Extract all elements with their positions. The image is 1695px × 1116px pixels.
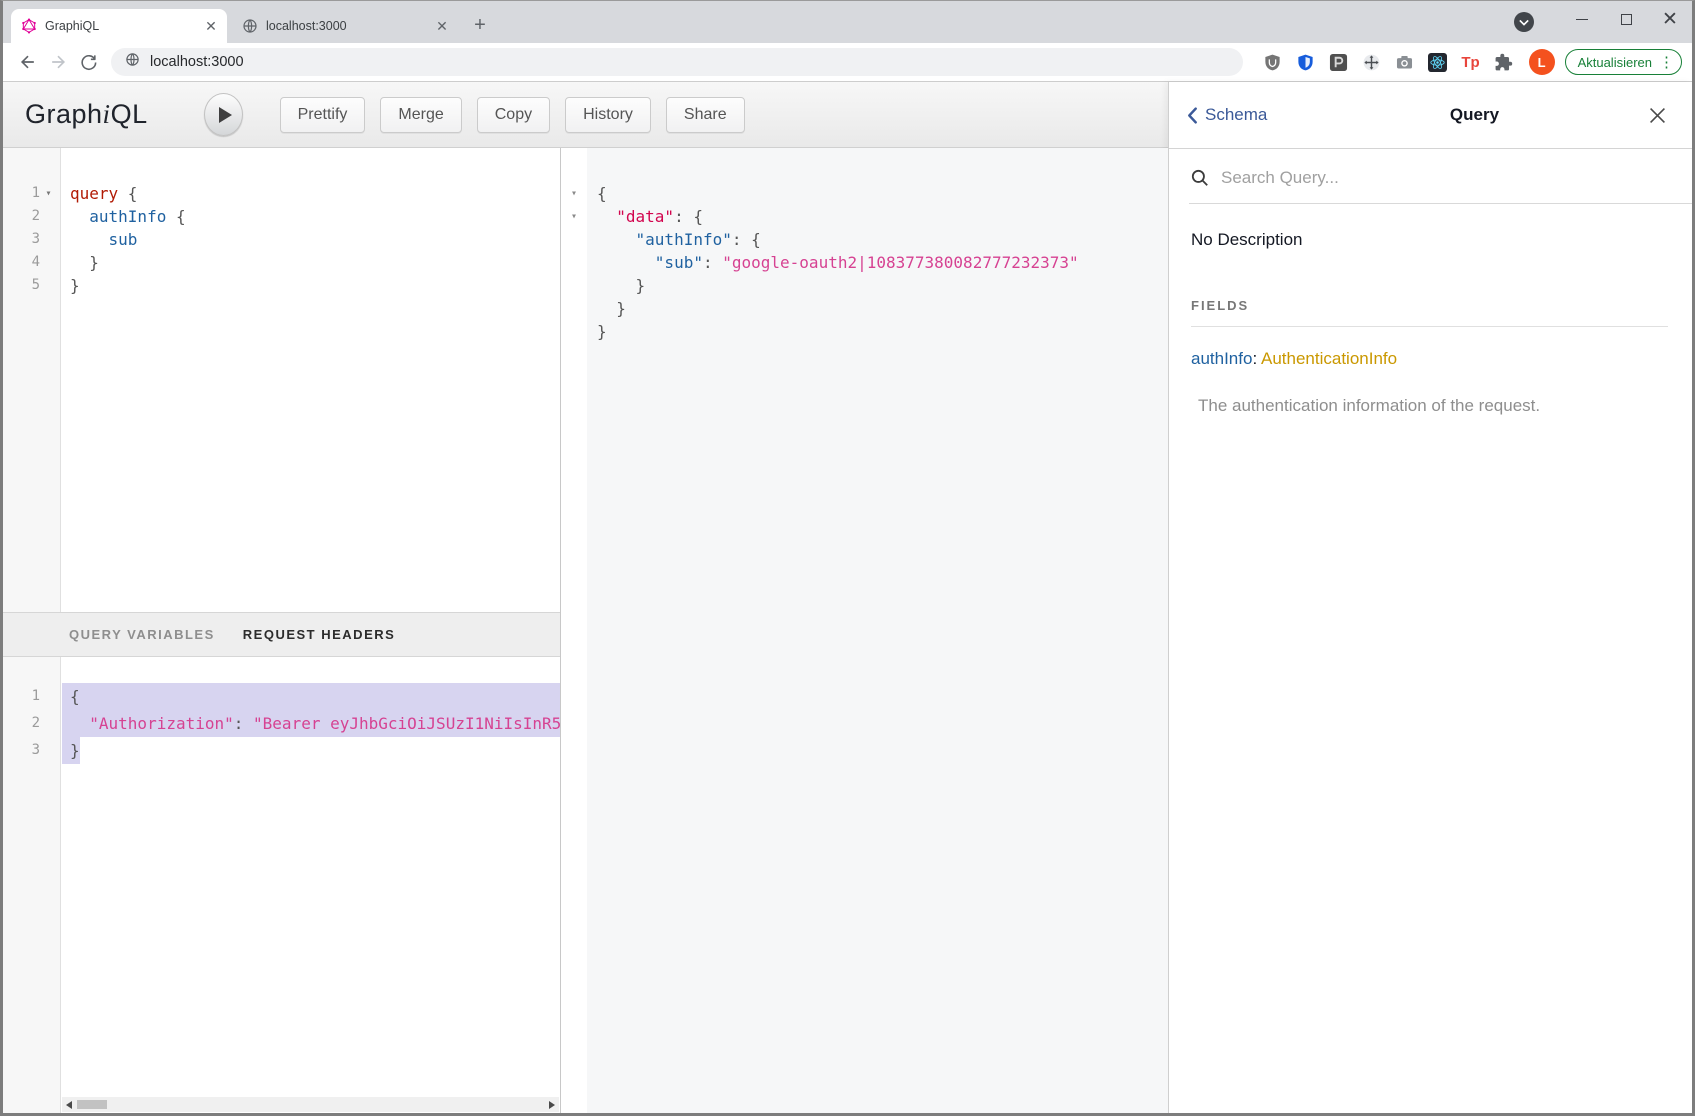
close-icon bbox=[1649, 107, 1666, 124]
field-type-link[interactable]: AuthenticationInfo bbox=[1261, 349, 1397, 368]
globe-icon bbox=[242, 18, 258, 34]
minimize-button[interactable] bbox=[1560, 2, 1604, 36]
minimize-icon bbox=[1576, 19, 1588, 20]
tab-title: GraphiQL bbox=[45, 19, 203, 33]
tab-request-headers[interactable]: REQUEST HEADERS bbox=[243, 627, 396, 642]
close-icon: ✕ bbox=[1662, 10, 1678, 29]
maximize-icon bbox=[1621, 14, 1632, 25]
type-description: No Description bbox=[1191, 230, 1668, 250]
maximize-button[interactable] bbox=[1604, 2, 1648, 36]
merge-button[interactable]: Merge bbox=[380, 97, 461, 133]
tab-title: localhost:3000 bbox=[266, 19, 434, 33]
graphiql-toolbar: GraphiQL Prettify Merge Copy History Sha… bbox=[3, 82, 1168, 148]
forward-button[interactable] bbox=[43, 47, 73, 77]
execute-query-button[interactable] bbox=[204, 93, 243, 136]
request-headers-editor[interactable]: 1{2 "Authorization": "Bearer eyJhbGciOiJ… bbox=[3, 657, 560, 1113]
reload-button[interactable] bbox=[73, 47, 103, 77]
new-tab-button[interactable]: + bbox=[466, 11, 494, 39]
tab-search-button[interactable] bbox=[1514, 12, 1534, 32]
bitwarden-extension-icon[interactable] bbox=[1291, 47, 1321, 77]
p-extension-icon[interactable] bbox=[1324, 47, 1354, 77]
extensions-puzzle-icon[interactable] bbox=[1489, 47, 1519, 77]
graphql-logo-icon bbox=[21, 18, 37, 34]
site-globe-icon bbox=[125, 52, 140, 72]
doc-type-title: Query bbox=[1450, 105, 1499, 125]
chevron-left-icon bbox=[1187, 107, 1198, 124]
camera-extension-icon[interactable] bbox=[1390, 47, 1420, 77]
ublock-extension-icon[interactable] bbox=[1258, 47, 1288, 77]
scrollbar-track[interactable] bbox=[76, 1097, 545, 1112]
scroll-left-arrow[interactable] bbox=[62, 1097, 76, 1112]
share-button[interactable]: Share bbox=[666, 97, 745, 133]
doc-close-button[interactable] bbox=[1649, 107, 1666, 124]
fields-section-label: FIELDS bbox=[1191, 298, 1668, 313]
doc-search-row bbox=[1189, 149, 1692, 204]
url-text: localhost:3000 bbox=[150, 54, 244, 70]
browser-update-button[interactable]: Aktualisieren ⋮ bbox=[1565, 49, 1682, 75]
tab-strip: GraphiQL ✕ localhost:3000 ✕ + ✕ bbox=[3, 1, 1692, 43]
variables-tab-bar: QUERY VARIABLES REQUEST HEADERS bbox=[3, 612, 560, 657]
field-name-link[interactable]: authInfo bbox=[1191, 349, 1252, 368]
field-row: authInfo: AuthenticationInfo bbox=[1191, 349, 1668, 369]
copy-button[interactable]: Copy bbox=[477, 97, 550, 133]
browser-window: GraphiQL ✕ localhost:3000 ✕ + ✕ bbox=[0, 0, 1695, 1116]
tab-query-variables[interactable]: QUERY VARIABLES bbox=[69, 627, 215, 642]
move-extension-icon[interactable] bbox=[1357, 47, 1387, 77]
play-icon bbox=[219, 107, 232, 123]
tp-extension-icon[interactable]: Tp bbox=[1456, 47, 1486, 77]
horizontal-scrollbar[interactable] bbox=[62, 1097, 559, 1112]
history-button[interactable]: History bbox=[565, 97, 651, 133]
query-editor[interactable]: 1▾query {2 authInfo {3 sub4 }5} bbox=[3, 148, 560, 612]
tab-localhost[interactable]: localhost:3000 ✕ bbox=[232, 9, 458, 43]
search-icon bbox=[1191, 169, 1209, 187]
fields-divider bbox=[1191, 326, 1668, 327]
browser-menu-icon[interactable]: ⋮ bbox=[1659, 53, 1674, 71]
react-devtools-extension-icon[interactable] bbox=[1423, 47, 1453, 77]
browser-toolbar: localhost:3000 Tp L Aktualisieren ⋮ bbox=[3, 43, 1692, 82]
prettify-button[interactable]: Prettify bbox=[280, 97, 366, 133]
doc-explorer: Schema Query No Description FIELDS authI… bbox=[1168, 82, 1692, 1113]
scrollbar-thumb[interactable] bbox=[77, 1100, 107, 1109]
tab-close-icon[interactable]: ✕ bbox=[203, 18, 219, 34]
close-window-button[interactable]: ✕ bbox=[1648, 2, 1692, 36]
response-viewer[interactable]: ▾{▾ "data": { "authInfo": { "sub": "goog… bbox=[561, 148, 1168, 1113]
tab-close-icon[interactable]: ✕ bbox=[434, 18, 450, 34]
doc-back-link[interactable]: Schema bbox=[1187, 105, 1267, 125]
doc-explorer-titlebar: Schema Query bbox=[1169, 82, 1692, 149]
tab-graphiql[interactable]: GraphiQL ✕ bbox=[11, 9, 227, 43]
graphiql-logo: GraphiQL bbox=[25, 99, 148, 130]
address-bar[interactable]: localhost:3000 bbox=[111, 48, 1243, 76]
profile-avatar[interactable]: L bbox=[1529, 49, 1555, 75]
scroll-right-arrow[interactable] bbox=[545, 1097, 559, 1112]
field-description: The authentication information of the re… bbox=[1198, 396, 1668, 416]
doc-search-input[interactable] bbox=[1221, 168, 1601, 188]
back-button[interactable] bbox=[13, 47, 43, 77]
